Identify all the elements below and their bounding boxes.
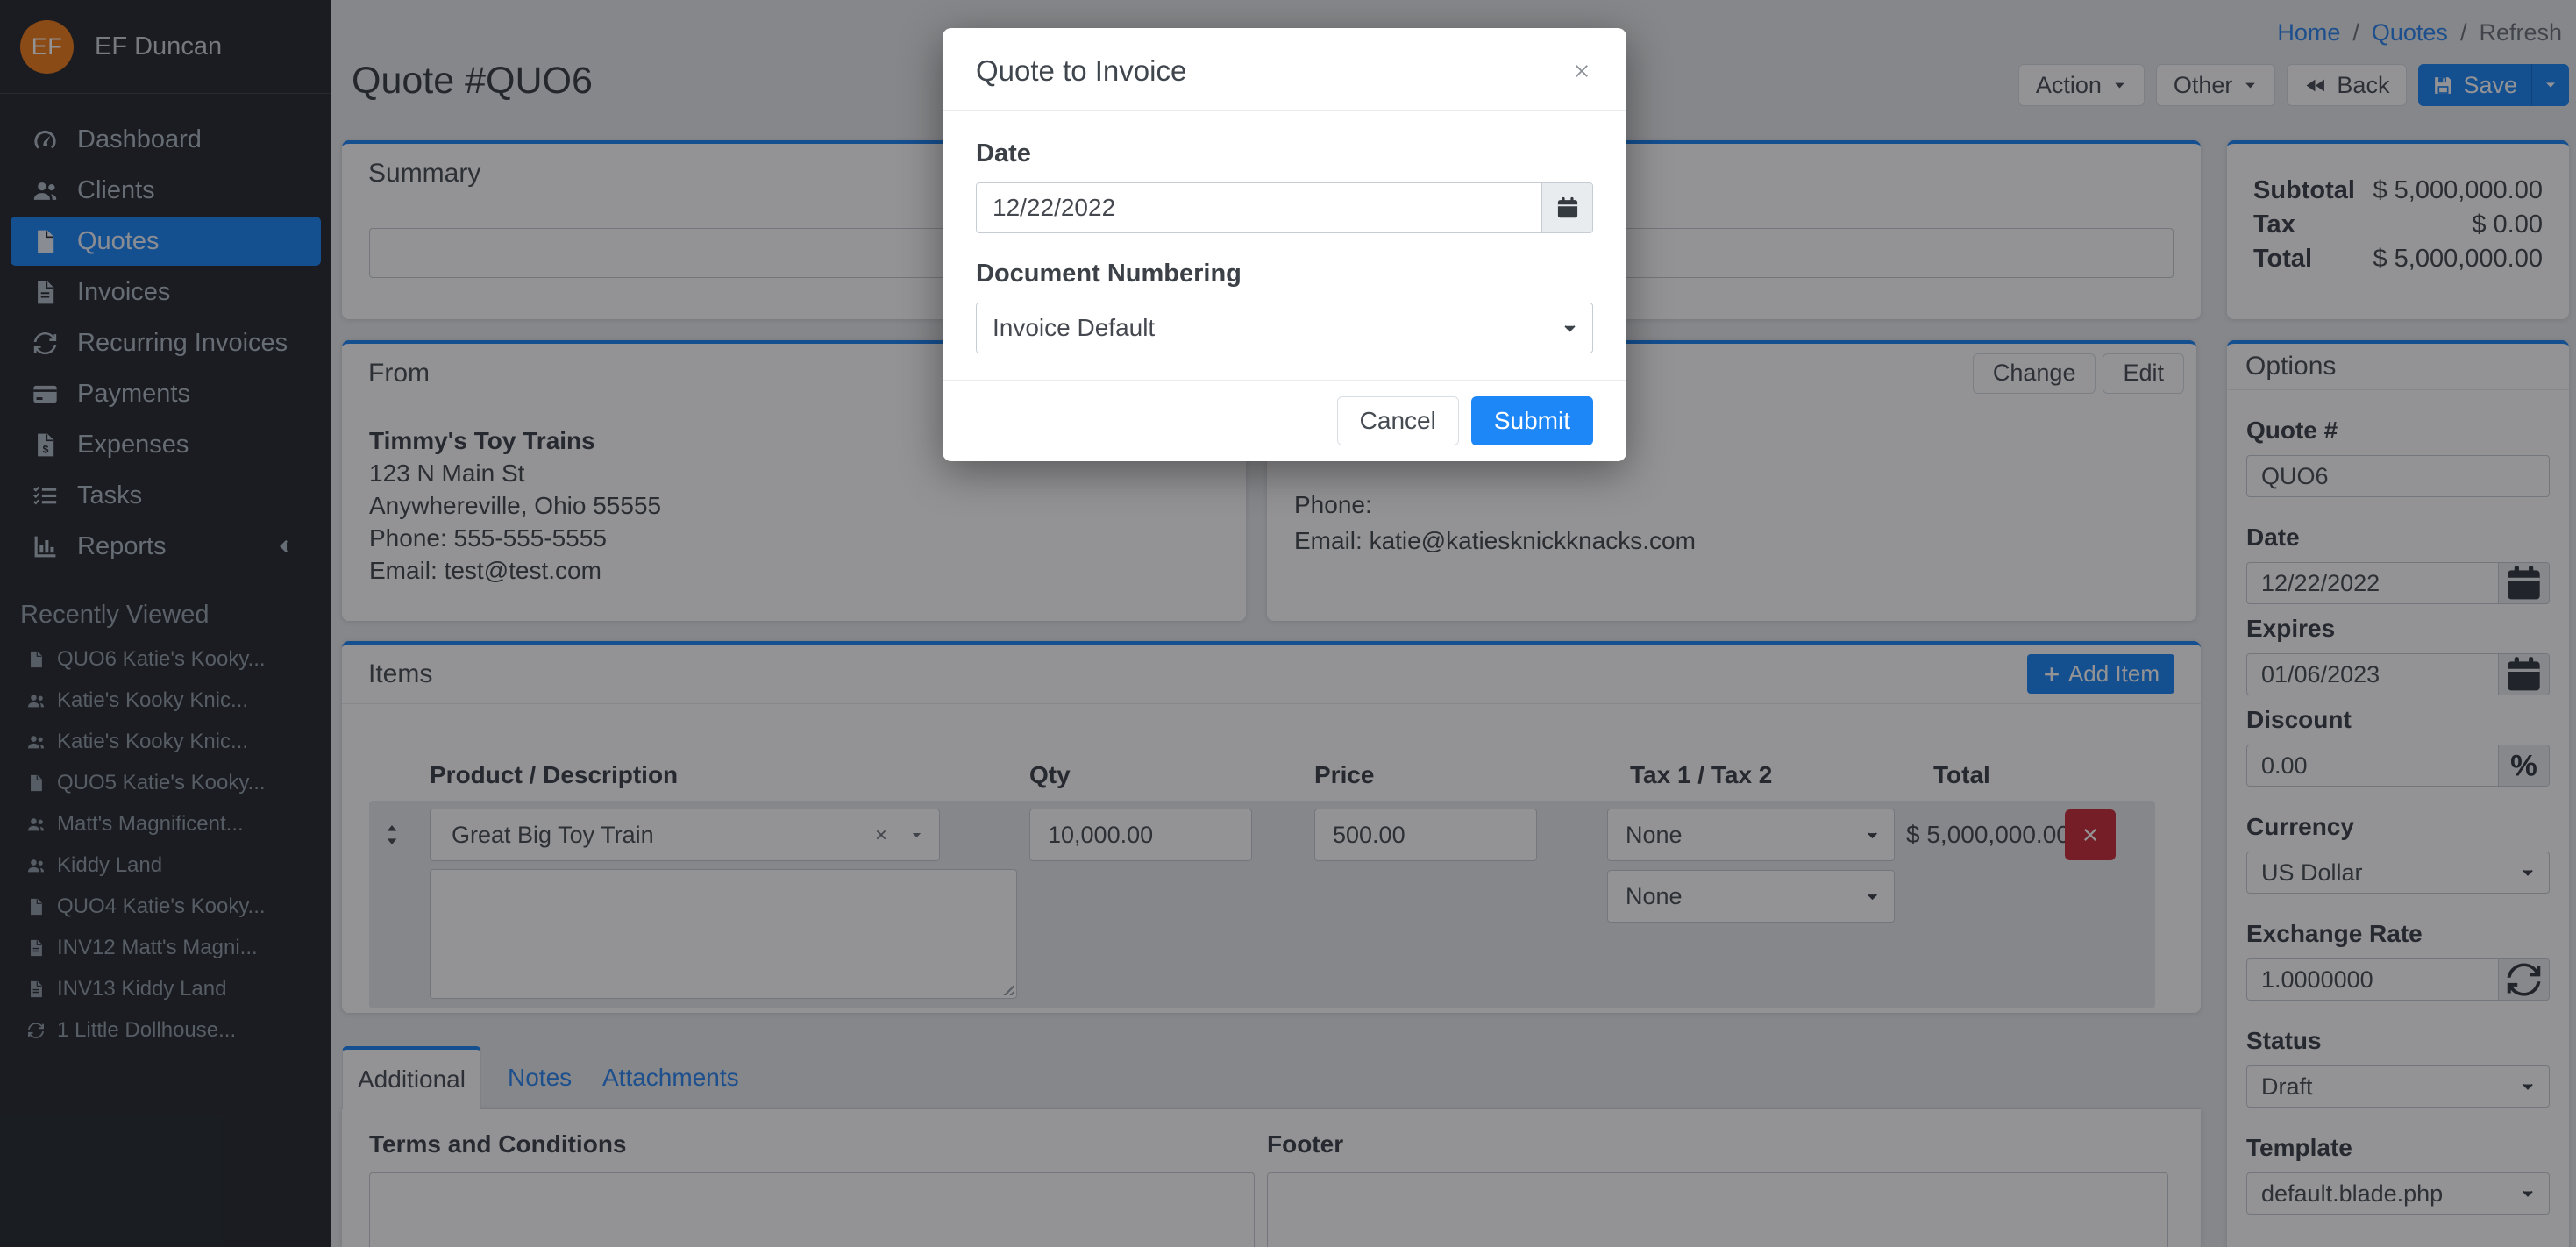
chevron-down-icon	[1562, 320, 1578, 337]
cancel-button[interactable]: Cancel	[1337, 396, 1459, 445]
quote-detail-page: EF EF Duncan Dashboard Clients Quotes	[0, 0, 2576, 1247]
modal-doc-numbering-select[interactable]: Invoice Default	[976, 303, 1593, 353]
calendar-button[interactable]	[1541, 183, 1592, 232]
modal-date-input[interactable]: 12/22/2022	[977, 194, 1541, 222]
calendar-icon	[1555, 196, 1580, 220]
modal-date-input-group: 12/22/2022	[976, 182, 1593, 233]
modal-title: Quote to Invoice	[976, 54, 1186, 88]
quote-to-invoice-modal: Quote to Invoice Date 12/22/2022 Documen…	[943, 28, 1626, 461]
close-icon[interactable]	[1570, 60, 1593, 82]
modal-header: Quote to Invoice	[943, 28, 1626, 111]
modal-doc-numbering-label: Document Numbering	[976, 260, 1593, 289]
modal-footer: Cancel Submit	[943, 380, 1626, 461]
modal-body: Date 12/22/2022 Document Numbering Invoi…	[943, 111, 1626, 380]
submit-button[interactable]: Submit	[1471, 396, 1593, 445]
modal-date-label: Date	[976, 139, 1593, 168]
